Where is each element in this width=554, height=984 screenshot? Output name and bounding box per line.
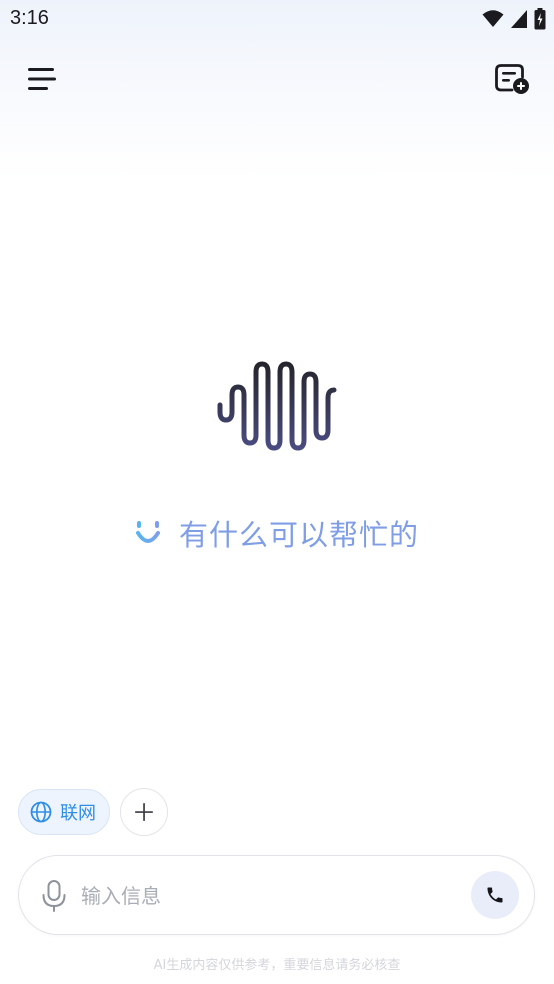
greeting-text: 有什么可以帮忙的 — [178, 518, 419, 552]
status-bar: 3:16 — [0, 0, 554, 38]
voice-call-button[interactable] — [471, 871, 519, 919]
phone-icon — [487, 887, 503, 903]
status-icons — [482, 8, 546, 30]
sound-wave-logo-icon — [217, 361, 337, 451]
smile-icon — [135, 521, 160, 543]
menu-button[interactable] — [20, 57, 64, 101]
more-options-button[interactable] — [120, 788, 168, 836]
status-time: 3:16 — [10, 7, 49, 29]
plus-icon — [135, 803, 153, 821]
new-chat-button[interactable] — [490, 57, 534, 101]
hamburger-menu-icon — [28, 68, 56, 90]
greeting: 有什么可以帮忙的 — [0, 512, 554, 554]
web-search-toggle[interactable]: 联网 — [18, 789, 110, 835]
quick-chips: 联网 — [18, 788, 168, 836]
wifi-icon — [482, 10, 504, 27]
message-composer — [18, 855, 535, 935]
globe-icon — [30, 801, 52, 823]
new-chat-icon — [495, 64, 529, 94]
ai-disclaimer: AI生成内容仅供参考，重要信息请务必核查 — [153, 958, 401, 973]
message-input[interactable] — [81, 876, 461, 916]
microphone-icon — [42, 880, 66, 912]
web-search-label: 联网 — [60, 803, 96, 824]
voice-input-button[interactable] — [37, 877, 71, 915]
cellular-signal-icon — [511, 10, 527, 28]
battery-charging-icon — [534, 8, 546, 30]
